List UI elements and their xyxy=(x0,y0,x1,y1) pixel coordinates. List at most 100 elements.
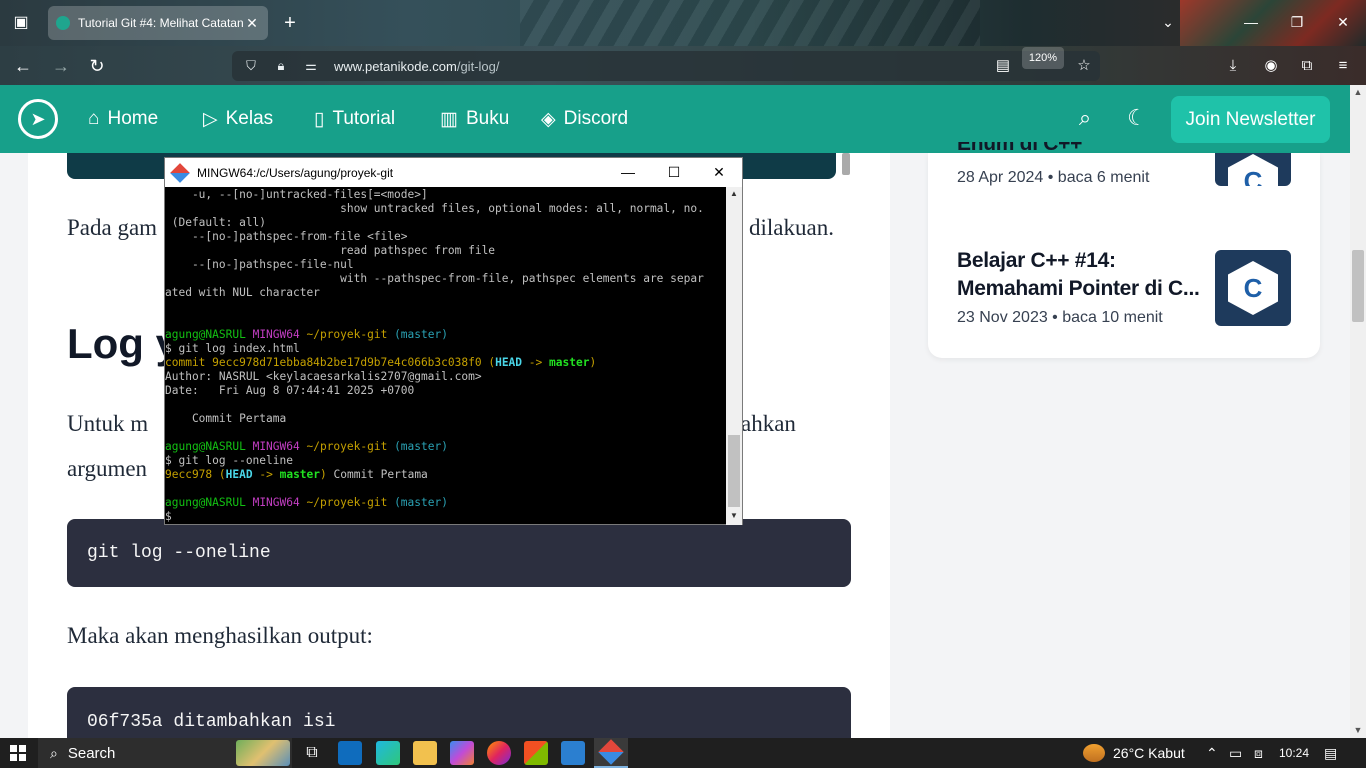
restore-icon[interactable]: ❐ xyxy=(1282,8,1312,36)
terminal-scrollbar-thumb[interactable] xyxy=(728,435,740,507)
nav-buku-label: Buku xyxy=(465,108,510,129)
code-block-git-log-oneline: git log --oneline xyxy=(67,519,851,587)
url-path: /git-log/ xyxy=(456,58,500,74)
forward-arrow-icon[interactable]: → xyxy=(48,54,74,78)
file-explorer-icon[interactable] xyxy=(413,741,437,765)
theme-toggle-icon[interactable]: ☾ xyxy=(1122,105,1152,131)
reload-icon[interactable]: ↻ xyxy=(84,54,110,78)
related-post-title-2[interactable]: Belajar C++ #14: xyxy=(957,247,1202,275)
nav-discord[interactable]: ◈ Discord xyxy=(541,85,628,153)
git-bash-window[interactable]: MINGW64:/c/Users/agung/proyek-git — ☐ ✕ … xyxy=(164,157,743,525)
terminal-output[interactable]: -u, --[no-]untracked-files[=<mode>] show… xyxy=(165,187,726,525)
tab-overflow-chevron-icon[interactable]: ⌄ xyxy=(1153,8,1183,36)
account-icon[interactable]: ◉ xyxy=(1258,46,1284,85)
terminal-scrollbar[interactable]: ▲ ▼ xyxy=(726,187,742,525)
network-icon[interactable]: ⧈ xyxy=(1254,738,1263,768)
cpp-logo-icon: C xyxy=(1228,261,1278,315)
windows-taskbar: ⌕ Search ⧉ 26°C Kabut ⌃ ▭ ⧈ 10:24 ▤ xyxy=(0,738,1366,768)
ref-arrow: -> xyxy=(259,468,273,481)
terminal-scroll-up-icon[interactable]: ▲ xyxy=(726,189,742,198)
cpp-thumbnail-icon[interactable]: C xyxy=(1215,250,1291,326)
shield-icon[interactable]: ⛉ xyxy=(240,58,262,74)
tab-list-icon[interactable]: ▣ xyxy=(8,10,34,36)
menu-icon[interactable]: ≡ xyxy=(1330,46,1356,85)
nav-buku[interactable]: ▥ Buku xyxy=(440,85,509,153)
back-arrow-icon[interactable]: ← xyxy=(10,54,36,78)
battery-icon[interactable]: ▭ xyxy=(1229,738,1242,768)
downloads-icon[interactable]: ⤓ xyxy=(1220,46,1246,85)
terminal-cursor-line[interactable]: $ xyxy=(165,510,726,524)
clock[interactable]: 10:24 xyxy=(1279,738,1309,768)
tab-close-icon[interactable]: ✕ xyxy=(244,15,260,32)
code-block-scrollbar[interactable] xyxy=(842,153,850,175)
terminal-maximize-icon[interactable]: ☐ xyxy=(651,158,697,187)
petanikode-logo-icon[interactable]: ➤ xyxy=(18,99,58,139)
paragraph-2-line1-start: Untuk m xyxy=(67,411,149,436)
outlook-icon[interactable] xyxy=(338,741,362,765)
taskbar-search-box[interactable]: ⌕ Search xyxy=(38,738,292,768)
terminal-date: Date: Fri Aug 8 07:44:41 2025 +0700 xyxy=(165,384,415,397)
cpp-logo-icon: C xyxy=(1228,154,1278,186)
related-post-title-2-line2[interactable]: Memahami Pointer di C... xyxy=(957,275,1202,303)
join-newsletter-button[interactable]: Join Newsletter xyxy=(1171,96,1330,143)
related-post-title-1[interactable]: Enum di C++ xyxy=(957,142,1202,160)
nav-tutorial[interactable]: ▯ Tutorial xyxy=(314,85,395,153)
prompt-path: ~/proyek-git xyxy=(306,440,388,453)
address-bar[interactable]: ⛉ 🔒︎ ⚌ www.petanikode.com/git-log/ xyxy=(232,51,1100,81)
page-scrollbar[interactable]: ▲ ▼ xyxy=(1350,85,1366,738)
nav-kelas[interactable]: ▷ Kelas xyxy=(203,85,273,153)
related-post-title-1-text: Enum di C++ xyxy=(957,142,1083,155)
zoom-level-button[interactable]: 120% xyxy=(1022,47,1064,69)
scroll-down-arrow-icon[interactable]: ▼ xyxy=(1350,725,1366,735)
browser-tabbar: ▣ Tutorial Git #4: Melihat Catatan ✕ + ⌄… xyxy=(0,0,1366,46)
task-view-icon[interactable]: ⧉ xyxy=(300,741,324,765)
nav-home[interactable]: ⌂ Home xyxy=(88,85,158,153)
discord-icon: ◈ xyxy=(541,108,556,130)
permissions-icon[interactable]: ⚌ xyxy=(300,58,322,74)
terminal-command: $ git log --oneline xyxy=(165,454,293,467)
extensions-icon[interactable]: ⧉ xyxy=(1294,46,1320,85)
terminal-scroll-down-icon[interactable]: ▼ xyxy=(726,511,742,520)
firefox-icon[interactable] xyxy=(487,741,511,765)
photos-icon[interactable] xyxy=(561,741,585,765)
new-tab-button[interactable]: + xyxy=(280,10,300,36)
terminal-commit-line: commit 9ecc978d71ebba84b2be17d9b7e4c066b… xyxy=(165,356,597,369)
tray-overflow-chevron-icon[interactable]: ⌃ xyxy=(1206,738,1218,768)
scroll-up-arrow-icon[interactable]: ▲ xyxy=(1350,87,1366,97)
windows-start-icon[interactable] xyxy=(10,745,26,761)
document-icon: ▯ xyxy=(314,108,325,130)
nav-home-label: Home xyxy=(107,108,159,129)
reader-view-icon[interactable]: ▤ xyxy=(990,46,1016,85)
head-ref: HEAD xyxy=(495,356,523,369)
cpp-thumbnail-icon[interactable]: C xyxy=(1215,153,1291,186)
edge-icon[interactable] xyxy=(376,741,400,765)
copilot-icon[interactable] xyxy=(450,741,474,765)
terminal-close-icon[interactable]: ✕ xyxy=(696,158,742,187)
prompt-path: ~/proyek-git xyxy=(306,496,388,509)
search-icon[interactable]: ⌕ xyxy=(1070,105,1100,131)
microsoft-store-icon[interactable] xyxy=(524,741,548,765)
terminal-minimize-icon[interactable]: — xyxy=(605,158,651,187)
page-scrollbar-thumb[interactable] xyxy=(1352,250,1364,322)
prompt-env: MINGW64 xyxy=(252,496,300,509)
bookmark-star-icon[interactable]: ☆ xyxy=(1071,46,1097,85)
weather-widget[interactable]: 26°C Kabut xyxy=(1083,738,1185,768)
notifications-icon[interactable]: ▤ xyxy=(1324,738,1337,768)
close-window-icon[interactable]: ✕ xyxy=(1328,8,1358,36)
home-icon: ⌂ xyxy=(88,108,100,129)
minimize-icon[interactable]: — xyxy=(1236,8,1266,36)
terminal-commit-message: Commit Pertama xyxy=(165,412,287,425)
paragraph-2-line2-start: argumen xyxy=(67,456,148,481)
code-text: 06f735a ditambahkan isi xyxy=(87,712,336,732)
git-bash-taskbar-button[interactable] xyxy=(594,738,628,768)
lock-icon[interactable]: 🔒︎ xyxy=(270,58,292,74)
terminal-line: --[no-]pathspec-from-file <file> xyxy=(165,230,408,243)
search-icon: ⌕ xyxy=(50,744,58,761)
url-host: www.petanikode.com xyxy=(334,58,457,74)
nav-tutorial-label: Tutorial xyxy=(332,108,396,129)
terminal-line: ated with NUL character xyxy=(165,286,320,299)
browser-tab-active[interactable]: Tutorial Git #4: Melihat Catatan ✕ xyxy=(48,6,268,40)
paragraph-1-start: Pada gam xyxy=(67,215,158,240)
terminal-titlebar[interactable]: MINGW64:/c/Users/agung/proyek-git — ☐ ✕ xyxy=(165,158,742,187)
ref-arrow: -> xyxy=(528,356,543,369)
